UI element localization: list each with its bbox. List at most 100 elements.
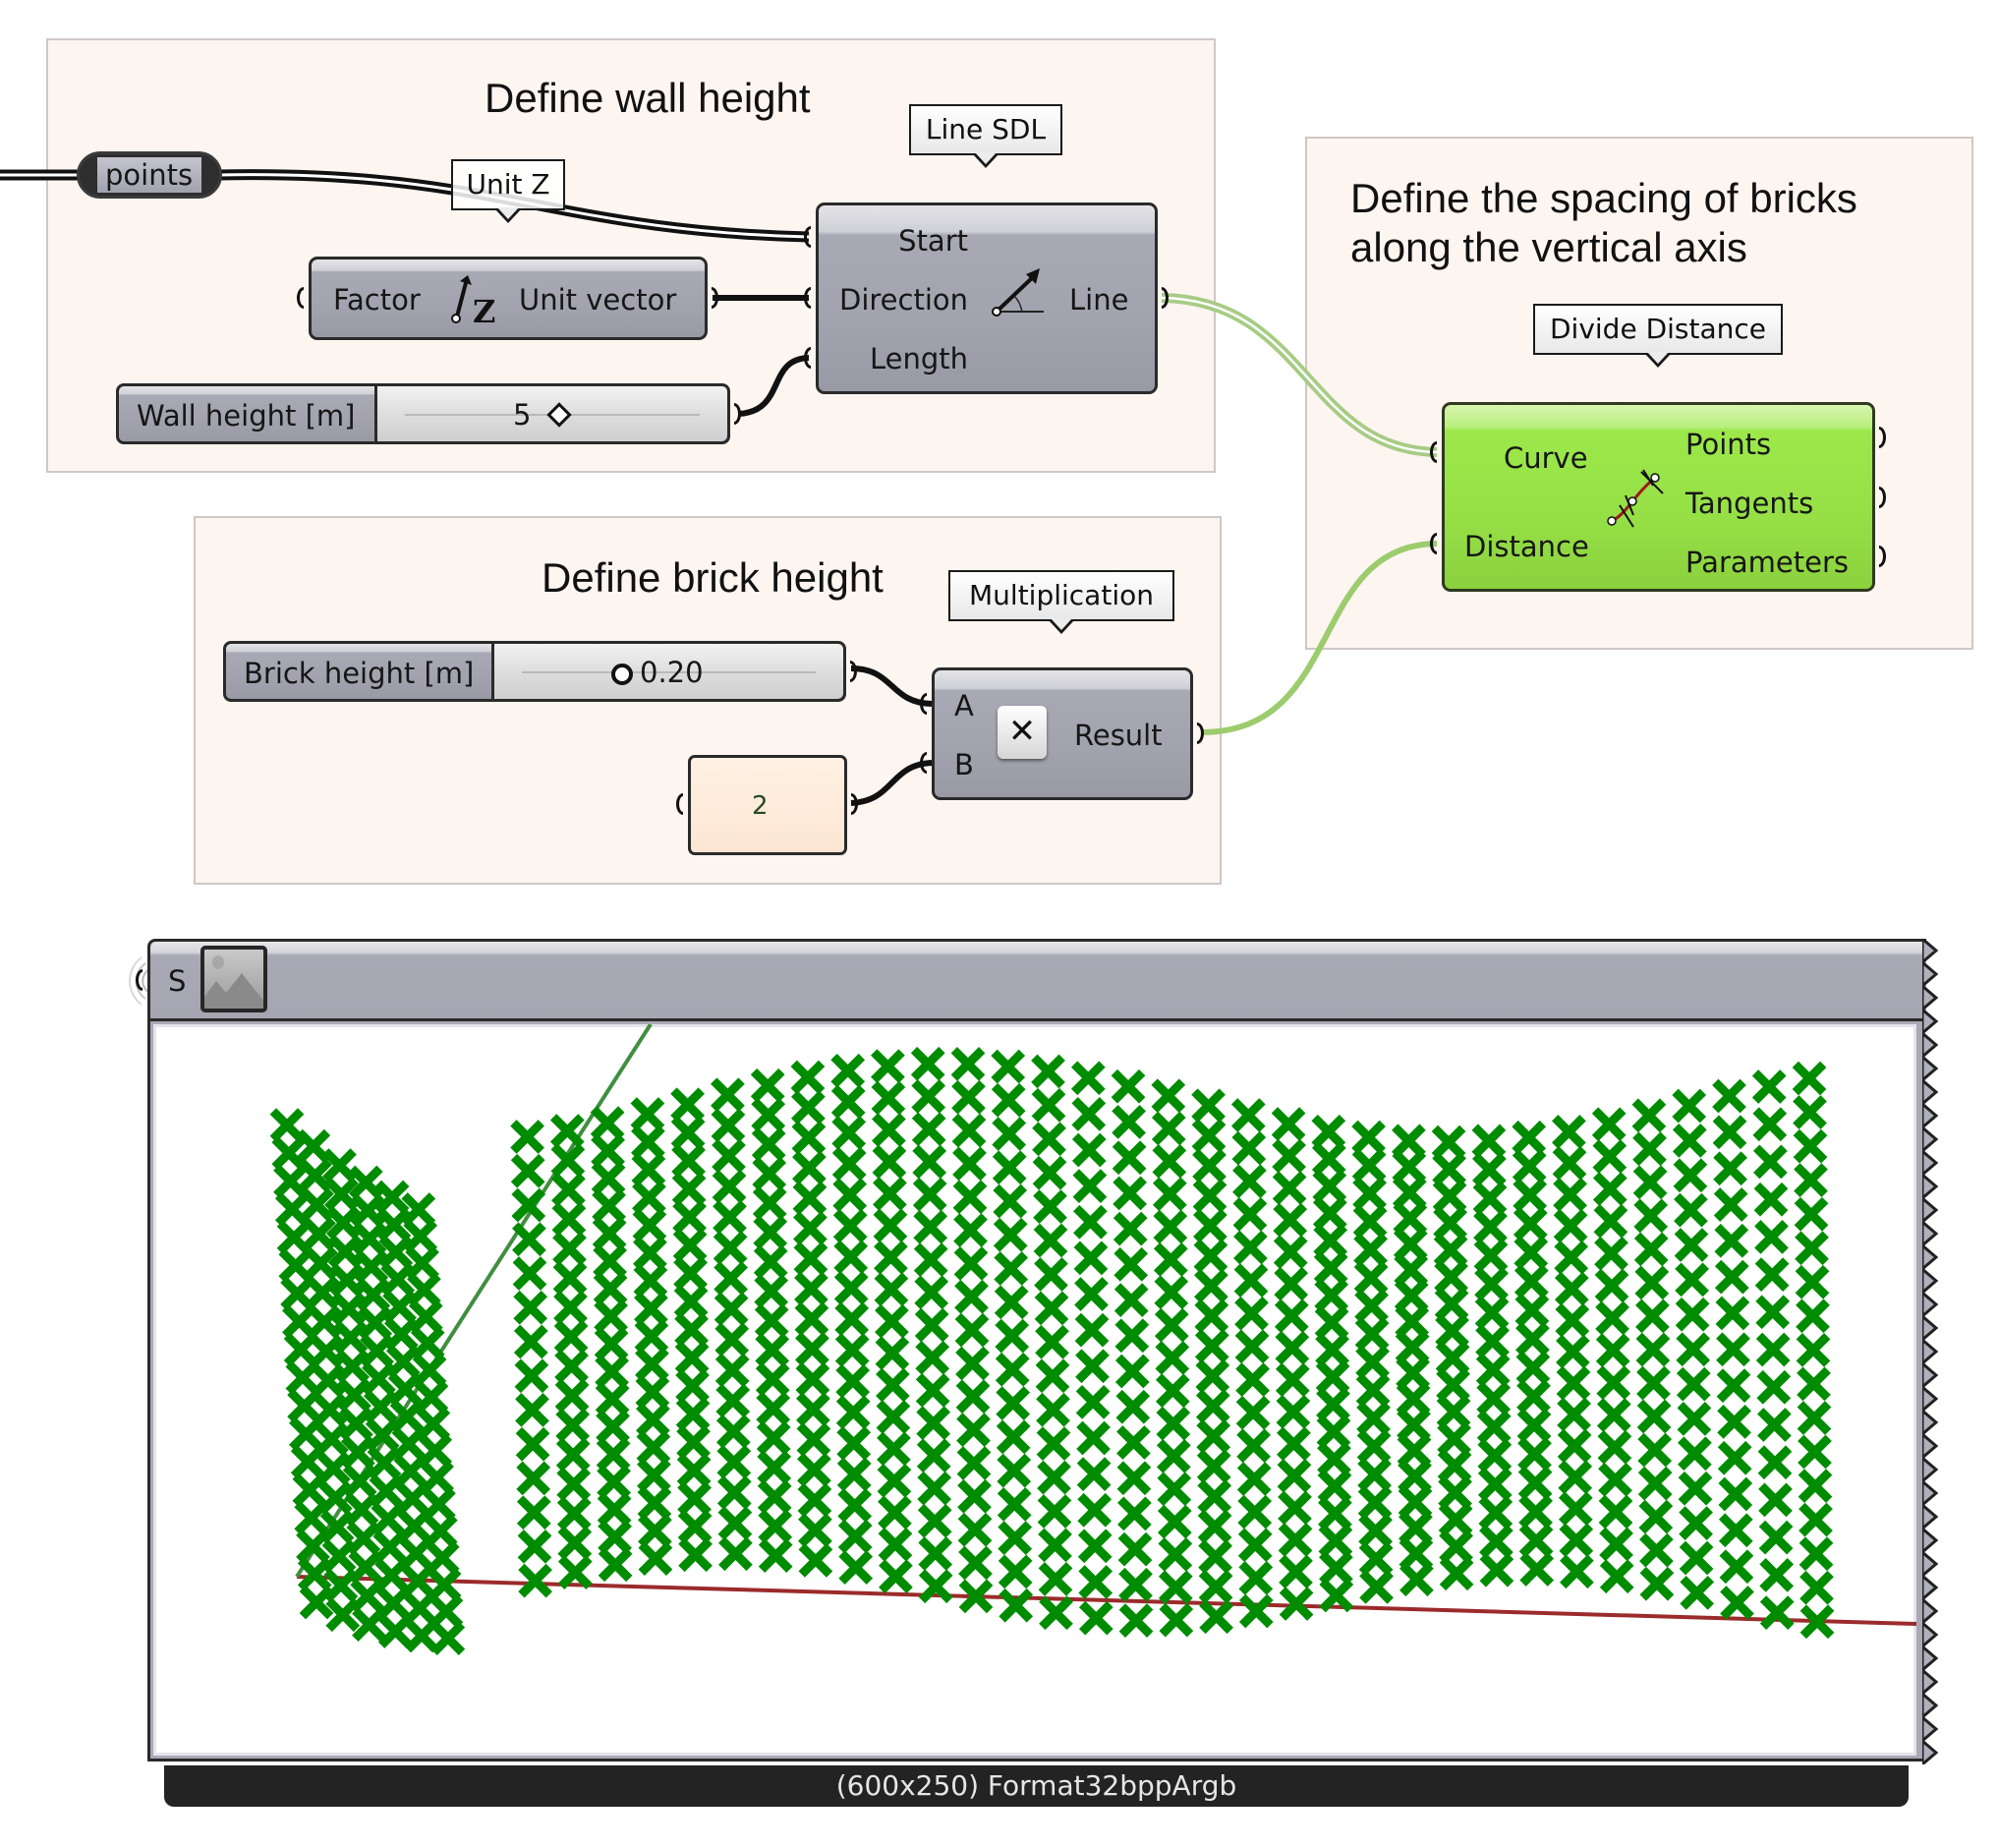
multiplication-input-b[interactable]: B (954, 751, 974, 780)
point-marker (1194, 1299, 1229, 1334)
point-marker (830, 1053, 866, 1088)
point-marker (340, 1435, 375, 1470)
point-marker (1073, 1241, 1109, 1276)
point-marker (555, 1437, 591, 1473)
point-marker (1712, 1078, 1746, 1114)
point-marker (714, 1322, 750, 1357)
wall-height-slider-track[interactable]: 5 (374, 386, 727, 441)
point-marker (836, 1457, 872, 1492)
line-sdl-component[interactable]: Start Direction Length Line (816, 202, 1158, 394)
unit-z-output-unit-vector[interactable]: Unit vector (519, 286, 676, 315)
image-viewer-header[interactable]: S (147, 939, 1926, 1021)
point-marker (1474, 1266, 1509, 1301)
point-marker (296, 1128, 331, 1164)
point-marker (593, 1271, 628, 1306)
point-marker (1599, 1559, 1634, 1594)
point-marker (752, 1156, 787, 1191)
point-marker (757, 1450, 792, 1485)
point-marker (1673, 1158, 1708, 1193)
point-marker (1398, 1459, 1432, 1494)
point-marker (1597, 1429, 1632, 1465)
point-marker (592, 1216, 627, 1251)
wall-height-slider[interactable]: Wall height [m] 5 (116, 383, 730, 444)
point-marker (798, 1513, 832, 1548)
point-marker (1798, 1434, 1832, 1470)
point-marker (1235, 1362, 1270, 1397)
wall-height-slider-diamond-handle[interactable] (546, 402, 572, 428)
point-marker (1676, 1366, 1711, 1402)
line-sdl-output-line[interactable]: Line (1069, 286, 1128, 315)
point-marker (1679, 1540, 1714, 1576)
point-marker (1392, 1175, 1427, 1210)
point-marker (1599, 1527, 1633, 1562)
number-panel[interactable]: 2 (688, 755, 847, 855)
point-marker (371, 1502, 406, 1536)
point-marker (1438, 1475, 1472, 1510)
point-marker (1159, 1602, 1194, 1638)
multiplication-component[interactable]: A B ✕ Result (932, 667, 1193, 800)
point-marker (714, 1292, 749, 1326)
point-marker (1033, 1189, 1067, 1224)
point-marker (335, 1349, 371, 1384)
point-marker (1475, 1353, 1511, 1387)
divide-distance-output-points[interactable]: Points (1685, 431, 1771, 459)
point-marker (292, 1473, 327, 1508)
point-marker (637, 1458, 671, 1493)
point-marker (672, 1228, 708, 1263)
image-viewer-input-label: S (168, 964, 187, 998)
point-marker (752, 1185, 787, 1221)
point-marker (1076, 1457, 1112, 1491)
brick-height-slider-round-handle[interactable] (611, 664, 633, 685)
point-marker (1038, 1562, 1073, 1596)
point-marker (1797, 1401, 1832, 1435)
point-marker (1552, 1145, 1587, 1181)
point-marker (912, 1144, 947, 1180)
line-sdl-input-direction[interactable]: Direction (839, 286, 968, 315)
line-sdl-input-length[interactable]: Length (870, 345, 968, 374)
point-marker (397, 1509, 431, 1543)
brick-height-slider-label: Brick height [m] (244, 657, 475, 690)
point-marker (1716, 1368, 1751, 1403)
point-marker (321, 1538, 357, 1574)
divide-distance-output-tangents[interactable]: Tangents (1685, 490, 1813, 518)
point-marker (835, 1395, 871, 1430)
point-marker (792, 1150, 827, 1185)
point-marker (1798, 1536, 1834, 1572)
point-marker (1071, 1132, 1107, 1168)
point-marker (951, 1113, 987, 1148)
point-marker (1234, 1329, 1270, 1364)
point-marker (1435, 1341, 1470, 1375)
point-marker (1554, 1240, 1589, 1275)
point-marker (1476, 1410, 1512, 1445)
point-marker (797, 1482, 832, 1518)
point-marker (1513, 1206, 1548, 1242)
multiplication-output-result[interactable]: Result (1074, 722, 1163, 750)
point-marker (636, 1430, 671, 1465)
multiplication-input-a[interactable]: A (954, 692, 974, 721)
point-marker (1074, 1312, 1110, 1348)
line-sdl-input-start[interactable]: Start (898, 227, 968, 256)
point-marker (329, 1263, 365, 1298)
point-marker (1636, 1365, 1671, 1401)
point-marker (1354, 1289, 1389, 1323)
point-marker (671, 1172, 707, 1206)
point-marker (1435, 1313, 1469, 1349)
divide-distance-input-distance[interactable]: Distance (1464, 533, 1589, 561)
divide-distance-output-parameters[interactable]: Parameters (1685, 549, 1849, 577)
point-marker (1591, 1107, 1627, 1142)
unit-z-component[interactable]: Factor Z Unit vector (309, 257, 708, 340)
point-marker (1795, 1264, 1830, 1299)
divide-distance-component[interactable]: Curve Distance Points Tangents Parameter… (1442, 402, 1875, 592)
point-marker (1156, 1406, 1191, 1441)
point-marker (512, 1256, 547, 1291)
point-marker (1078, 1565, 1113, 1599)
unit-z-input-factor[interactable]: Factor (333, 286, 421, 315)
brick-height-slider[interactable]: Brick height [m] 0.20 (223, 641, 846, 702)
point-marker (1794, 1196, 1829, 1232)
brick-height-slider-track[interactable]: 0.20 (491, 644, 843, 699)
divide-distance-input-curve[interactable]: Curve (1504, 444, 1588, 473)
points-param[interactable]: points (77, 151, 222, 199)
point-marker (915, 1340, 950, 1375)
point-marker (553, 1319, 589, 1355)
point-marker (1118, 1603, 1154, 1638)
